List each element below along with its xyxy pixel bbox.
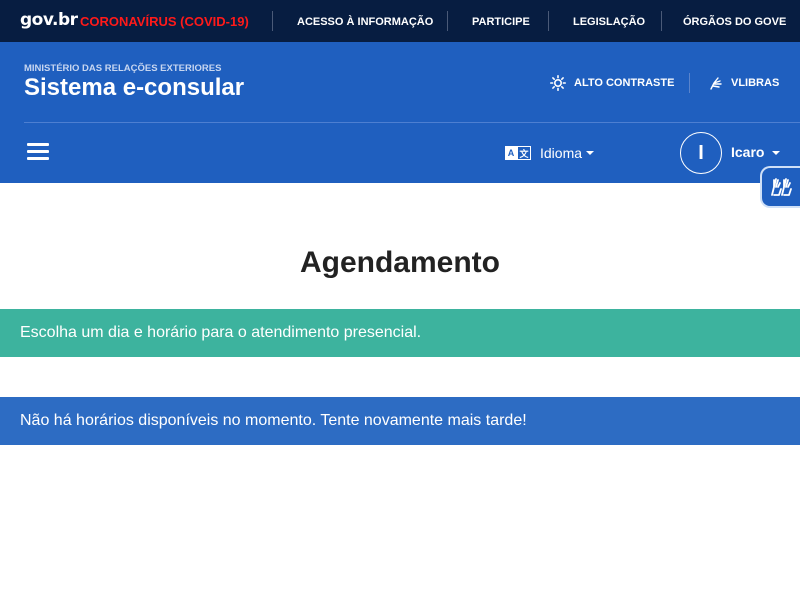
ministry-name: MINISTÉRIO DAS RELAÇÕES EXTERIORES	[24, 63, 222, 74]
system-title[interactable]: Sistema e-consular	[24, 74, 244, 102]
no-slots-alert: Não há horários disponíveis no momento. …	[0, 397, 800, 445]
menu-button[interactable]	[27, 143, 49, 161]
page-title: Agendamento	[299, 246, 500, 279]
site-header: MINISTÉRIO DAS RELAÇÕES EXTERIORES Siste…	[0, 42, 800, 183]
high-contrast-label: ALTO CONTRASTE	[574, 77, 675, 89]
covid-link[interactable]: CORONAVÍRUS (COVID-19)	[80, 14, 249, 29]
divider	[447, 11, 448, 31]
info-alert: Escolha um dia e horário para o atendime…	[0, 309, 800, 357]
vlibras-widget-button[interactable]	[762, 168, 800, 206]
hamburger-icon	[27, 157, 49, 160]
gov-link-legislacao[interactable]: LEGISLAÇÃO	[573, 16, 645, 28]
hamburger-icon	[27, 150, 49, 153]
avatar[interactable]: I	[680, 132, 722, 174]
user-menu[interactable]: Icaro	[731, 144, 781, 160]
divider	[548, 11, 549, 31]
header-divider	[24, 122, 800, 123]
divider	[272, 11, 273, 31]
translate-icon: A 文	[505, 146, 531, 160]
translate-icon-latin: A	[505, 146, 517, 160]
gov-link-orgaos-do-governo[interactable]: ÓRGÃOS DO GOVE	[683, 16, 786, 28]
divider	[661, 11, 662, 31]
gov-link-acesso-informacao[interactable]: ACESSO À INFORMAÇÃO	[297, 16, 433, 28]
vlibras-button[interactable]: VLIBRAS	[709, 74, 779, 92]
high-contrast-button[interactable]: ALTO CONTRASTE	[550, 74, 674, 92]
chevron-down-icon	[772, 151, 781, 156]
gov-top-bar: gov.br CORONAVÍRUS (COVID-19) ACESSO À I…	[0, 0, 800, 42]
user-name-label: Icaro	[731, 144, 765, 160]
gov-link-participe[interactable]: PARTICIPE	[472, 16, 530, 28]
hamburger-icon	[27, 143, 49, 146]
chevron-down-icon	[586, 151, 595, 155]
sign-language-icon	[710, 77, 722, 90]
sun-icon	[550, 75, 566, 91]
gov-br-logo[interactable]: gov.br	[20, 10, 78, 30]
language-label: Idioma	[540, 145, 583, 161]
divider	[689, 73, 690, 93]
hands-icon	[771, 178, 792, 196]
vlibras-label: VLIBRAS	[731, 77, 780, 89]
translate-icon-cjk: 文	[517, 146, 531, 160]
language-dropdown[interactable]: A 文 Idioma	[505, 143, 595, 163]
